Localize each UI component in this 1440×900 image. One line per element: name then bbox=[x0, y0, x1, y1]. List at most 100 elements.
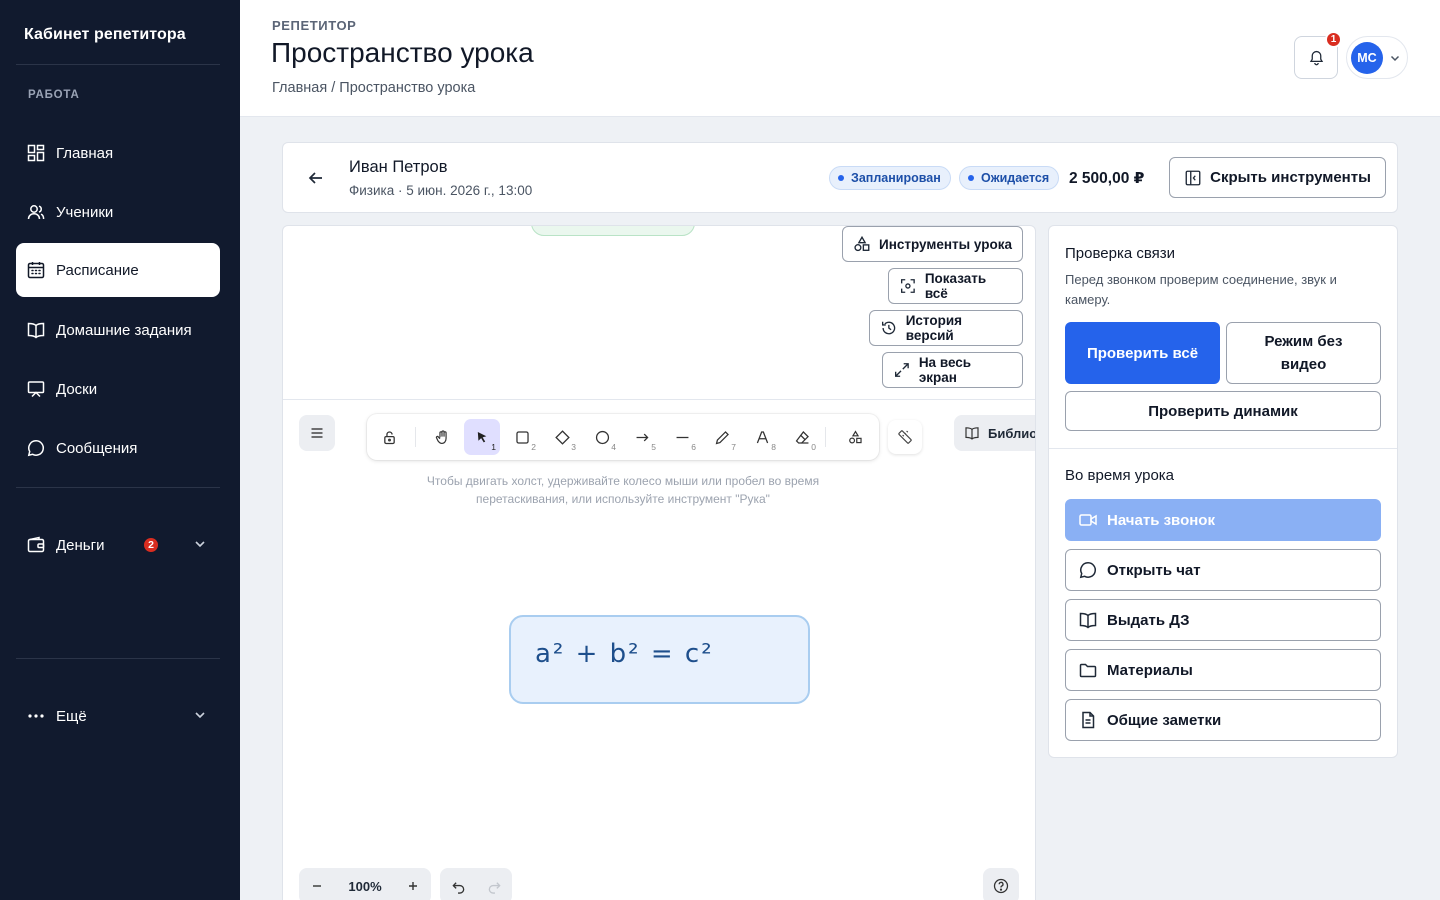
formula-card[interactable]: a² + b² = c² bbox=[509, 615, 810, 704]
assign-homework-button[interactable]: Выдать ДЗ bbox=[1065, 599, 1381, 641]
circle-icon bbox=[595, 430, 609, 444]
status-dot-icon bbox=[968, 175, 974, 181]
shortcut-label: 1 bbox=[491, 442, 496, 452]
library-label: Библио bbox=[988, 425, 1036, 441]
zoom-level[interactable]: 100% bbox=[335, 879, 395, 894]
sidebar-item-money[interactable]: Деньги 2 bbox=[16, 518, 220, 572]
fullscreen-label: На весь экран bbox=[918, 355, 972, 385]
show-all-label: Показать всё bbox=[924, 271, 987, 301]
page-title: Пространство урока bbox=[271, 37, 534, 68]
zoom-controls: 100% bbox=[299, 868, 431, 900]
tool-pencil[interactable]: 7 bbox=[704, 419, 740, 455]
page-header: РЕПЕТИТОР Пространство урока Главная / П… bbox=[240, 0, 1440, 117]
message-icon bbox=[26, 438, 46, 458]
lesson-price: 2 500,00 ₽ bbox=[1069, 170, 1145, 187]
sidebar-item-students[interactable]: Ученики bbox=[16, 185, 220, 239]
student-name: Иван Петров bbox=[349, 158, 448, 176]
video-icon bbox=[1079, 514, 1097, 526]
presentation-icon bbox=[26, 379, 46, 399]
status-badge-waiting: Ожидается bbox=[959, 166, 1060, 190]
folder-icon bbox=[1079, 663, 1097, 678]
help-button[interactable] bbox=[983, 868, 1019, 900]
no-video-button[interactable]: Режим без видео bbox=[1226, 322, 1381, 384]
tool-lock[interactable] bbox=[371, 419, 407, 455]
sidebar-item-messages[interactable]: Сообщения bbox=[16, 421, 220, 475]
shared-notes-button[interactable]: Общие заметки bbox=[1065, 699, 1381, 741]
sidebar-item-label: Доски bbox=[56, 380, 98, 398]
tool-arrow[interactable]: 5 bbox=[624, 419, 660, 455]
user-menu[interactable]: МС bbox=[1346, 36, 1408, 79]
zoom-out-button[interactable] bbox=[299, 868, 335, 900]
toolbar-separator bbox=[415, 427, 416, 447]
fullscreen-button[interactable]: На весь экран bbox=[882, 352, 1023, 388]
open-chat-label: Открыть чат bbox=[1107, 561, 1201, 579]
shortcut-label: 7 bbox=[731, 442, 736, 452]
line-icon bbox=[676, 436, 688, 438]
sidebar-item-more[interactable]: Ещё bbox=[16, 689, 220, 743]
status-badge-planned: Запланирован bbox=[829, 166, 951, 190]
sidebar-item-label: Расписание bbox=[56, 261, 139, 279]
grid-icon bbox=[26, 143, 46, 163]
sidebar-item-label: Деньги bbox=[56, 536, 105, 554]
status-label: Ожидается bbox=[981, 171, 1050, 185]
sidebar-item-home[interactable]: Главная bbox=[16, 126, 220, 180]
version-history-label: История версий bbox=[905, 313, 963, 343]
ruler-button[interactable] bbox=[888, 420, 922, 454]
tool-ellipse[interactable]: 4 bbox=[584, 419, 620, 455]
version-history-button[interactable]: История версий bbox=[869, 310, 1023, 346]
focus-icon bbox=[901, 279, 915, 293]
tool-line[interactable]: 6 bbox=[664, 419, 700, 455]
undo-button[interactable] bbox=[440, 868, 476, 900]
library-button[interactable]: Библио bbox=[954, 415, 1036, 451]
materials-label: Материалы bbox=[1107, 661, 1193, 679]
breadcrumb[interactable]: Главная / Пространство урока bbox=[272, 80, 475, 96]
lesson-meta: Физика · 5 июн. 2026 г., 13:00 bbox=[349, 183, 533, 198]
back-arrow-icon[interactable] bbox=[305, 167, 327, 189]
show-all-button[interactable]: Показать всё bbox=[888, 268, 1023, 304]
lesson-tools-button[interactable]: Инструменты урока bbox=[842, 226, 1023, 262]
pencil-icon bbox=[715, 430, 729, 444]
hide-tools-button[interactable]: Скрыть инструменты bbox=[1169, 157, 1386, 198]
hand-icon bbox=[435, 429, 447, 444]
open-chat-button[interactable]: Открыть чат bbox=[1065, 549, 1381, 591]
redo-icon bbox=[488, 881, 501, 894]
materials-button[interactable]: Материалы bbox=[1065, 649, 1381, 691]
sidebar: Кабинет репетитора РАБОТА Главная Ученик… bbox=[0, 0, 240, 900]
notification-badge: 1 bbox=[1325, 31, 1342, 48]
status-dot-icon bbox=[838, 175, 844, 181]
redo-button[interactable] bbox=[476, 868, 512, 900]
lesson-tools-label: Инструменты урока bbox=[879, 236, 1013, 252]
tool-text[interactable]: 8 bbox=[744, 419, 780, 455]
drawing-toolbar: 1 2 3 4 5 6 7 8 0 bbox=[367, 414, 879, 460]
board-menu-button[interactable] bbox=[299, 415, 335, 451]
tool-eraser[interactable]: 0 bbox=[784, 419, 820, 455]
money-badge: 2 bbox=[142, 536, 160, 554]
sidebar-divider bbox=[16, 658, 220, 659]
tool-diamond[interactable]: 3 bbox=[544, 419, 580, 455]
whiteboard[interactable]: Инструменты урока Показать всё История в… bbox=[282, 225, 1036, 900]
toolbar-separator bbox=[825, 427, 826, 447]
eraser-icon bbox=[795, 430, 809, 444]
during-lesson-title: Во время урока bbox=[1065, 467, 1175, 484]
users-icon bbox=[26, 202, 46, 222]
check-all-button[interactable]: Проверить всё bbox=[1065, 322, 1220, 384]
zoom-in-button[interactable] bbox=[395, 868, 431, 900]
sidebar-item-label: Сообщения bbox=[56, 439, 138, 457]
tool-select[interactable]: 1 bbox=[464, 419, 500, 455]
shared-notes-label: Общие заметки bbox=[1107, 711, 1222, 729]
shortcut-label: 3 bbox=[571, 442, 576, 452]
tool-rectangle[interactable]: 2 bbox=[504, 419, 540, 455]
tool-hand[interactable] bbox=[424, 419, 460, 455]
message-icon bbox=[1079, 562, 1097, 579]
check-speaker-button[interactable]: Проверить динамик bbox=[1065, 391, 1381, 431]
diamond-icon bbox=[554, 429, 570, 445]
panel-divider bbox=[1049, 448, 1397, 449]
start-call-button[interactable]: Начать звонок bbox=[1065, 499, 1381, 541]
sidebar-item-homework[interactable]: Домашние задания bbox=[16, 303, 220, 357]
shortcut-label: 8 bbox=[771, 442, 776, 452]
tool-extra-shapes[interactable] bbox=[837, 419, 873, 455]
sidebar-item-schedule[interactable]: Расписание bbox=[16, 243, 220, 297]
text-icon bbox=[756, 430, 768, 443]
shortcut-label: 0 bbox=[811, 442, 816, 452]
sidebar-item-boards[interactable]: Доски bbox=[16, 362, 220, 416]
